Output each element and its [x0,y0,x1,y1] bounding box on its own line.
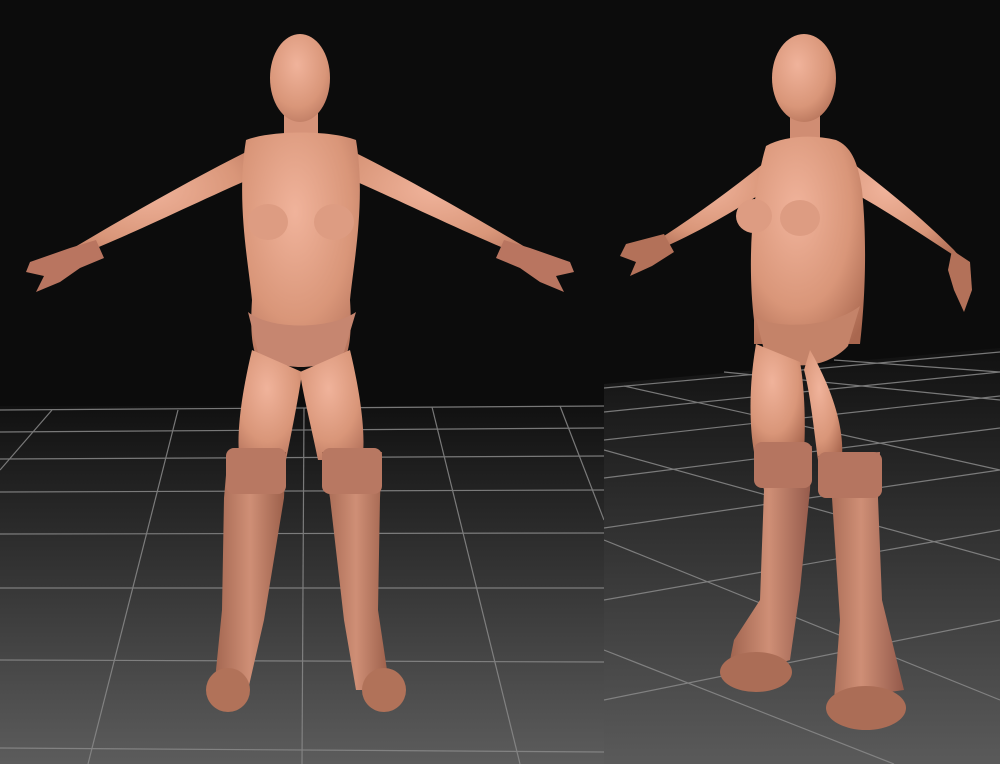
three-quarter-view-canvas [604,0,1000,764]
front-view-canvas [0,0,604,764]
head [270,34,330,122]
three-quarter-view-viewport[interactable] [604,0,1000,764]
front-view-viewport[interactable] [0,0,604,764]
head [772,34,836,122]
